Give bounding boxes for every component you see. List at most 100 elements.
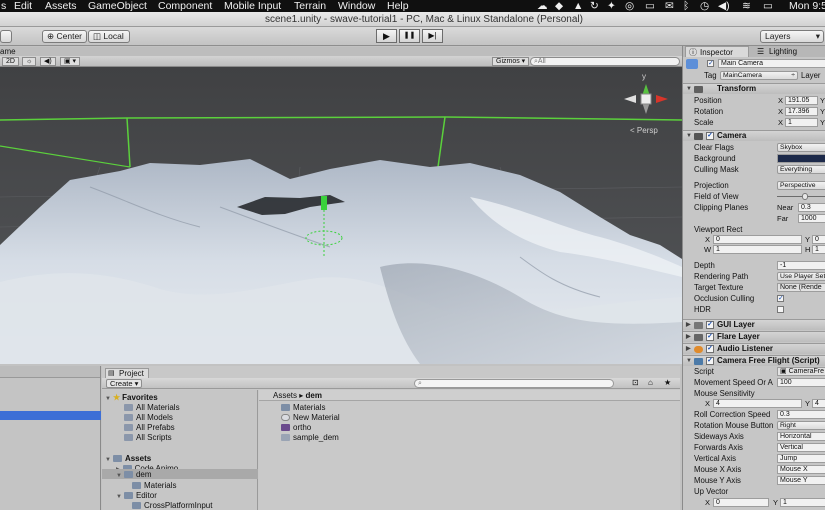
dropbox-icon[interactable]: ◆ bbox=[555, 0, 563, 12]
background-color-swatch[interactable] bbox=[777, 154, 825, 163]
menu-mobile-input[interactable]: Mobile Input bbox=[224, 0, 281, 12]
position-x-field[interactable]: 191.05 bbox=[785, 96, 818, 105]
roll-speed-field[interactable]: 0.3 bbox=[777, 410, 825, 419]
rotation-x-field[interactable]: 17.396 bbox=[785, 107, 818, 116]
breadcrumb-current[interactable]: dem bbox=[306, 391, 322, 400]
asset-folder-selected[interactable]: ▼ dem bbox=[116, 470, 152, 481]
mouse-x-axis-field[interactable]: Mouse X bbox=[777, 465, 825, 474]
occlusion-checkbox[interactable]: ✓ bbox=[777, 295, 784, 302]
menu-component[interactable]: Component bbox=[158, 0, 212, 12]
tab-inspector[interactable]: ⓘ Inspector bbox=[685, 46, 749, 57]
pivot-local-toggle[interactable]: ◫ Local bbox=[88, 30, 130, 43]
file-item[interactable]: ortho bbox=[281, 423, 311, 433]
camera-free-flight-component-header[interactable]: ▼ ✓ Camera Free Flight (Script) bbox=[683, 355, 825, 366]
menu-help[interactable]: Help bbox=[387, 0, 409, 12]
far-field[interactable]: 1000 bbox=[798, 214, 825, 223]
file-item[interactable]: New Material bbox=[281, 413, 340, 423]
effects-toggle-icon[interactable]: ▣ ▾ bbox=[60, 57, 81, 66]
filter-by-type-icon[interactable]: ⊡ bbox=[632, 378, 639, 387]
play-button[interactable]: ▶ bbox=[376, 29, 397, 43]
up-y-field[interactable]: 1 bbox=[780, 498, 825, 507]
menu-assets[interactable]: Assets bbox=[45, 0, 77, 12]
object-name-field[interactable]: Main Camera bbox=[718, 59, 825, 68]
near-field[interactable]: 0.3 bbox=[798, 203, 825, 212]
mouse-y-axis-field[interactable]: Mouse Y bbox=[777, 476, 825, 485]
camera-gizmo-handle[interactable] bbox=[321, 196, 327, 210]
scale-x-field[interactable]: 1 bbox=[785, 118, 818, 127]
favorite-item[interactable]: All Materials bbox=[124, 403, 180, 413]
sync-icon[interactable]: ↻ bbox=[590, 0, 599, 12]
flare-layer-checkbox[interactable]: ✓ bbox=[706, 333, 714, 341]
2d-toggle[interactable]: 2D bbox=[2, 57, 19, 66]
culling-mask-dropdown[interactable]: Everything bbox=[777, 165, 825, 174]
fov-slider-knob[interactable] bbox=[802, 193, 808, 200]
screen-icon[interactable]: ▭ bbox=[645, 0, 655, 12]
target-texture-field[interactable]: None (Rende bbox=[777, 283, 825, 292]
camera-component-header[interactable]: ▼ ✓ Camera bbox=[683, 130, 825, 141]
clock[interactable]: Mon 9:5 bbox=[789, 0, 825, 12]
hdr-checkbox[interactable] bbox=[777, 306, 784, 313]
file-item[interactable]: Materials bbox=[281, 403, 325, 413]
vertical-axis-field[interactable]: Jump bbox=[777, 454, 825, 463]
scene-viewport[interactable]: y < Persp bbox=[0, 67, 682, 364]
flare-layer-component-header[interactable]: ▶ ✓ Flare Layer bbox=[683, 331, 825, 342]
cloud-icon[interactable]: ☁ bbox=[537, 0, 548, 12]
audio-listener-checkbox[interactable]: ✓ bbox=[706, 345, 714, 353]
drive-icon[interactable]: ▲ bbox=[573, 0, 583, 12]
favorite-star-icon[interactable]: ★ bbox=[664, 378, 671, 387]
camera-enabled-checkbox[interactable]: ✓ bbox=[706, 132, 714, 140]
transform-component-header[interactable]: ▼ Transform bbox=[683, 83, 825, 94]
menu-window[interactable]: Window bbox=[338, 0, 375, 12]
vp-h-field[interactable]: 1 bbox=[812, 245, 825, 254]
project-tab[interactable]: ▤ Project bbox=[105, 368, 149, 378]
favorite-item[interactable]: All Models bbox=[124, 413, 173, 423]
ms-y-field[interactable]: 4 bbox=[812, 399, 825, 408]
sideways-axis-field[interactable]: Horizontal bbox=[777, 432, 825, 441]
favorite-item[interactable]: All Scripts bbox=[124, 433, 172, 443]
depth-field[interactable]: -1 bbox=[777, 261, 825, 270]
project-search-input[interactable]: ⌕ bbox=[414, 379, 614, 388]
asset-folder[interactable]: Materials bbox=[132, 481, 176, 491]
pivot-center-toggle[interactable]: ⊕ Center bbox=[42, 30, 87, 43]
scene-search-input[interactable]: ⌕All bbox=[530, 57, 680, 66]
favorite-item[interactable]: All Prefabs bbox=[124, 423, 175, 433]
rotation-button-dropdown[interactable]: Right bbox=[777, 421, 825, 430]
menu-terrain[interactable]: Terrain bbox=[294, 0, 326, 12]
battery-icon[interactable]: ▭ bbox=[763, 0, 773, 12]
layers-dropdown[interactable]: Layers ▾ bbox=[760, 30, 824, 43]
lighting-toggle-icon[interactable]: ☼ bbox=[22, 57, 37, 66]
menu-extra-icon[interactable]: ✦ bbox=[607, 0, 616, 12]
hierarchy-selected-row[interactable] bbox=[0, 411, 101, 420]
create-button[interactable]: Create ▾ bbox=[106, 379, 143, 388]
audio-listener-component-header[interactable]: ▶ ✓ Audio Listener bbox=[683, 343, 825, 354]
rendering-path-dropdown[interactable]: Use Player Sett bbox=[777, 272, 825, 281]
script-field[interactable]: ▣ CameraFre bbox=[777, 367, 825, 376]
audio-toggle-icon[interactable]: ◀) bbox=[40, 57, 56, 66]
forwards-axis-field[interactable]: Vertical bbox=[777, 443, 825, 452]
vp-y-field[interactable]: 0 bbox=[812, 235, 825, 244]
movement-speed-field[interactable]: 100 bbox=[777, 378, 825, 387]
wifi-icon[interactable]: ≋ bbox=[742, 0, 751, 12]
time-machine-icon[interactable]: ◷ bbox=[700, 0, 709, 12]
menu-gameobject[interactable]: GameObject bbox=[88, 0, 147, 12]
clear-flags-dropdown[interactable]: Skybox bbox=[777, 143, 825, 152]
camera-free-flight-checkbox[interactable]: ✓ bbox=[706, 357, 714, 365]
active-checkbox[interactable]: ✓ bbox=[707, 60, 714, 67]
step-button[interactable]: ▶| bbox=[422, 29, 443, 43]
tag-dropdown[interactable]: MainCamera ÷ bbox=[720, 71, 798, 80]
apple-menu-fragment[interactable]: s bbox=[1, 0, 6, 12]
volume-icon[interactable]: ◀) bbox=[718, 0, 730, 12]
filter-by-label-icon[interactable]: ⌂ bbox=[648, 378, 653, 387]
file-item[interactable]: sample_dem bbox=[281, 433, 339, 443]
persp-label[interactable]: < Persp bbox=[630, 126, 658, 135]
vp-x-field[interactable]: 0 bbox=[713, 235, 802, 244]
gizmos-dropdown[interactable]: Gizmos ▾ bbox=[492, 57, 530, 66]
pause-button[interactable]: ❚❚ bbox=[399, 29, 420, 43]
globe-icon[interactable]: ◎ bbox=[625, 0, 634, 12]
projection-dropdown[interactable]: Perspective bbox=[777, 181, 825, 190]
up-x-field[interactable]: 0 bbox=[713, 498, 769, 507]
bluetooth-icon[interactable]: ᛒ bbox=[683, 0, 689, 12]
breadcrumb-root[interactable]: Assets bbox=[273, 391, 297, 400]
notification-icon[interactable]: ✉ bbox=[665, 0, 674, 12]
ms-x-field[interactable]: 4 bbox=[713, 399, 802, 408]
